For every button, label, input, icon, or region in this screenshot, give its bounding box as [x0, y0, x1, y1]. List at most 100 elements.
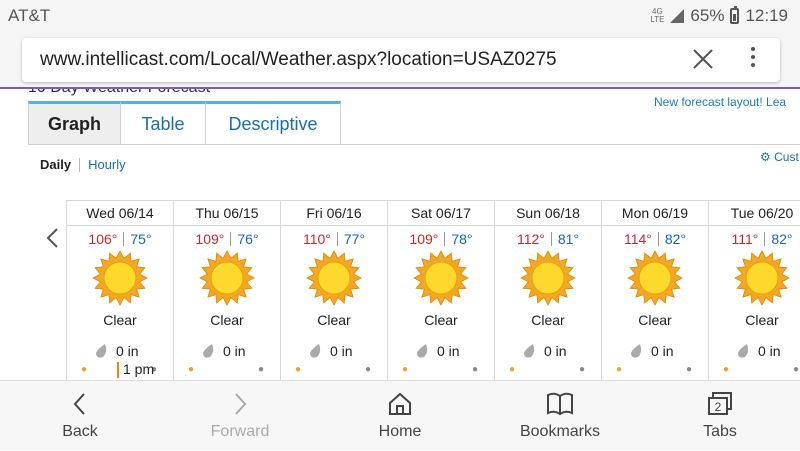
- day-date: Tue 06/20: [709, 200, 800, 226]
- tabs-divider: [28, 144, 800, 145]
- period-toggle: Daily Hourly: [40, 157, 126, 172]
- tab-descriptive[interactable]: Descriptive: [206, 101, 341, 145]
- sunrise-icon: ●: [402, 364, 409, 375]
- precip-amount: 0 in: [223, 343, 246, 359]
- low-temp: 82°: [771, 231, 793, 247]
- clear-url-icon[interactable]: [690, 46, 716, 72]
- gear-icon: ⚙: [760, 150, 771, 164]
- forecast-day[interactable]: Mon 06/19 114° 82° Clear 0 in ● ●: [601, 200, 708, 380]
- precip-amount: 0 in: [116, 343, 139, 359]
- moon-icon: ●: [793, 364, 800, 375]
- divider: [230, 232, 232, 246]
- day-date: Sun 06/18: [495, 200, 601, 226]
- divider: [764, 232, 766, 246]
- precipitation: 0 in: [202, 343, 246, 359]
- high-temp: 109°: [409, 231, 439, 247]
- condition-label: Clear: [745, 312, 779, 328]
- url-text[interactable]: www.intellicast.com/Local/Weather.aspx?l…: [40, 49, 557, 71]
- back-button[interactable]: Back: [0, 381, 160, 451]
- network-type-icon: 4G LTE: [650, 7, 665, 24]
- high-temp: 114°: [623, 231, 652, 247]
- forecast-day[interactable]: Thu 06/15 109° 76° Clear 0 in ● ●: [173, 200, 280, 380]
- web-page: 10 Day Weather Forecast New forecast lay…: [0, 89, 800, 380]
- raindrop-icon: [738, 344, 749, 358]
- battery-percent: 65%: [690, 6, 725, 25]
- precipitation: 0 in: [416, 343, 460, 359]
- forecast-day[interactable]: Sun 06/18 112° 81° Clear 0 in ● ●: [494, 200, 601, 380]
- battery-icon: [730, 6, 740, 24]
- home-icon: [389, 392, 411, 415]
- condition-label: Clear: [317, 312, 351, 328]
- low-temp: 81°: [557, 231, 580, 247]
- high-temp: 112°: [516, 231, 545, 247]
- forecast-day[interactable]: Tue 06/20 111° 82° Clear 0 in ● ●: [708, 200, 800, 380]
- day-date: Fri 06/16: [281, 200, 387, 226]
- carrier-name: AT&T: [8, 6, 51, 25]
- day-temps: 111° 82°: [709, 231, 800, 247]
- raindrop-icon: [417, 344, 428, 358]
- sunrise-icon: ●: [723, 364, 730, 375]
- book-icon: [547, 392, 573, 416]
- raindrop-icon: [96, 344, 107, 358]
- bookmarks-label: Bookmarks: [519, 423, 601, 440]
- tabs-icon: 2: [708, 392, 732, 415]
- low-temp: 75°: [130, 231, 152, 247]
- sunrise-icon: ●: [616, 364, 623, 375]
- time-marker: 1 pm: [116, 361, 155, 378]
- chevron-left-icon[interactable]: [44, 227, 62, 249]
- back-label: Back: [62, 423, 98, 440]
- precipitation: 0 in: [630, 343, 674, 359]
- new-layout-link[interactable]: New forecast layout! Lea: [654, 95, 786, 109]
- home-button[interactable]: Home: [320, 381, 480, 451]
- divider: [123, 232, 125, 246]
- precipitation: 0 in: [737, 343, 781, 359]
- forecast-day[interactable]: Fri 06/16 110° 77° Clear 0 in ● ●: [280, 200, 387, 380]
- day-date: Thu 06/15: [174, 200, 280, 226]
- divider: [657, 232, 659, 246]
- url-bar[interactable]: www.intellicast.com/Local/Weather.aspx?l…: [22, 38, 780, 82]
- tabs-button[interactable]: 2 Tabs: [640, 381, 800, 451]
- sun-icon: [627, 250, 683, 306]
- precip-amount: 0 in: [758, 343, 781, 359]
- precipitation: 0 in: [95, 343, 139, 359]
- browser-toolbar: www.intellicast.com/Local/Weather.aspx?l…: [0, 32, 800, 88]
- raindrop-icon: [310, 344, 321, 358]
- high-temp: 109°: [195, 231, 225, 247]
- day-date: Mon 06/19: [602, 200, 708, 226]
- daily-option[interactable]: Daily: [40, 157, 71, 172]
- day-temps: 114° 82°: [602, 231, 708, 247]
- condition-label: Clear: [103, 312, 137, 328]
- tab-graph[interactable]: Graph: [28, 101, 121, 145]
- forecast-strip: Wed 06/14 106° 75° Clear 0 in ● ● 1 pm Thu 06/15…: [66, 200, 800, 380]
- precipitation: 0 in: [523, 343, 567, 359]
- forecast-day[interactable]: Sat 06/17 109° 78° Clear 0 in ● ●: [387, 200, 494, 380]
- sunrise-icon: ●: [188, 364, 195, 375]
- low-temp: 82°: [664, 231, 687, 247]
- day-temps: 112° 81°: [495, 231, 601, 247]
- sun-icon: [199, 250, 255, 306]
- forecast-day[interactable]: Wed 06/14 106° 75° Clear 0 in ● ● 1 pm: [66, 200, 173, 380]
- tab-table[interactable]: Table: [121, 101, 206, 145]
- day-date: Wed 06/14: [67, 200, 173, 226]
- day-temps: 110° 77°: [281, 231, 387, 247]
- svg-text:2: 2: [715, 400, 722, 414]
- forward-label: Forward: [210, 423, 270, 440]
- bookmarks-button[interactable]: Bookmarks: [480, 381, 640, 451]
- precip-amount: 0 in: [437, 343, 460, 359]
- day-date: Sat 06/17: [388, 200, 494, 226]
- precip-amount: 0 in: [330, 343, 353, 359]
- sun-icon: [306, 250, 362, 306]
- forward-button[interactable]: Forward: [160, 381, 320, 451]
- hourly-option[interactable]: Hourly: [88, 157, 126, 172]
- clock: 12:19: [745, 6, 788, 25]
- sun-icon: [734, 250, 790, 306]
- raindrop-icon: [631, 344, 642, 358]
- raindrop-icon: [524, 344, 535, 358]
- customize-link[interactable]: ⚙ Cust: [760, 150, 799, 164]
- precipitation: 0 in: [309, 343, 353, 359]
- sun-icon: [520, 250, 576, 306]
- more-options-icon[interactable]: [749, 47, 757, 71]
- high-temp: 110°: [302, 231, 331, 247]
- sunrise-icon: ●: [295, 364, 302, 375]
- moon-icon: ●: [686, 364, 693, 375]
